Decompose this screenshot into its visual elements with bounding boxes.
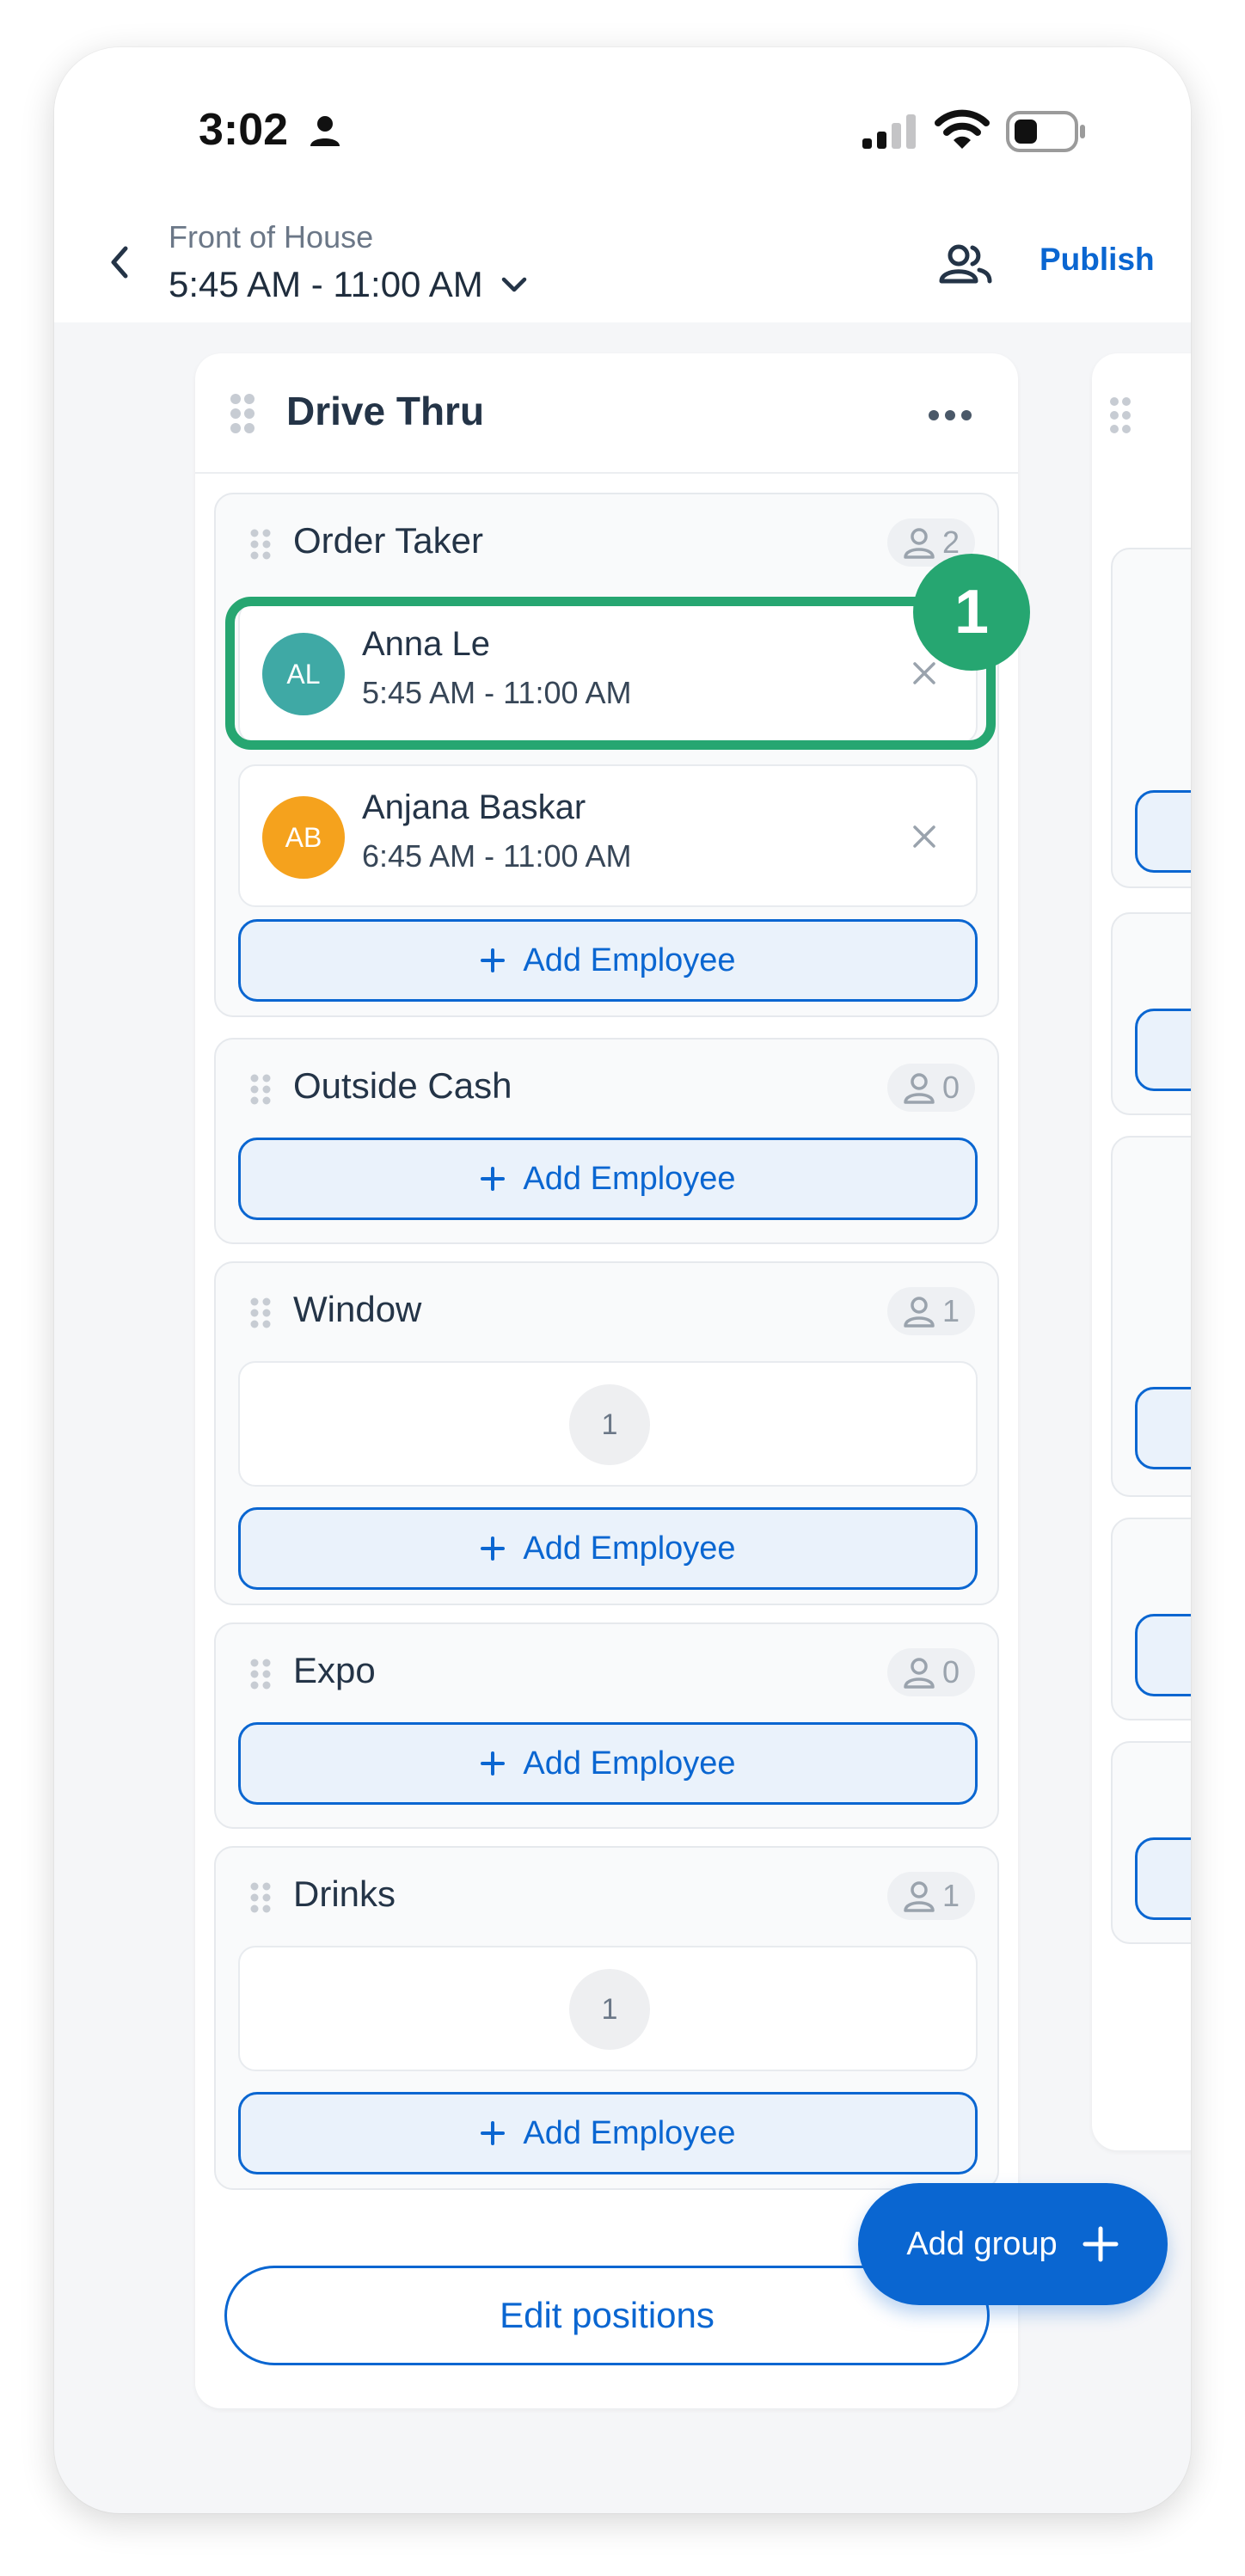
more-horizontal-icon xyxy=(929,410,972,420)
open-slot[interactable]: 1 xyxy=(238,1361,978,1487)
open-slot-number: 1 xyxy=(569,1969,650,2050)
wifi-icon xyxy=(935,109,990,149)
position-card-drinks: Drinks 1 1 Add Employee xyxy=(214,1846,999,2190)
shift-selector[interactable]: 5:45 AM - 11:00 AM xyxy=(169,264,528,305)
next-group-column xyxy=(1092,353,1191,2150)
person-outline-icon xyxy=(904,1658,935,1689)
next-position-card xyxy=(1111,1741,1191,1944)
location-label: Front of House xyxy=(169,219,374,255)
position-name: Window xyxy=(293,1289,422,1329)
signal-icon xyxy=(862,114,916,149)
position-card-outside-cash: Outside Cash 0 Add Employee xyxy=(214,1038,999,1244)
open-slot[interactable]: 1 xyxy=(238,1946,978,2071)
add-employee-button[interactable]: Add Employee xyxy=(238,1507,978,1590)
next-add-button[interactable] xyxy=(1135,1837,1191,1920)
add-employee-label: Add Employee xyxy=(523,1745,736,1782)
drag-handle-icon[interactable] xyxy=(250,1882,271,1913)
position-name: Order Taker xyxy=(293,520,483,561)
position-count: 1 xyxy=(941,1293,960,1328)
add-employee-label: Add Employee xyxy=(523,941,736,978)
drag-handle-icon[interactable] xyxy=(1109,396,1133,434)
remove-employee-button[interactable] xyxy=(905,818,943,856)
next-add-button[interactable] xyxy=(1135,1387,1191,1469)
next-position-card xyxy=(1111,1136,1191,1497)
plus-icon xyxy=(481,1536,506,1561)
drag-handle-icon[interactable] xyxy=(250,1074,271,1105)
position-count-badge: 0 xyxy=(886,1064,975,1112)
position-card-window: Window 1 1 Add Employee xyxy=(214,1261,999,1605)
publish-button[interactable]: Publish xyxy=(1040,242,1155,278)
position-card-order-taker: Order Taker 2 AL Anna Le 5:45 AM - 11:00… xyxy=(214,493,999,1017)
drag-handle-icon[interactable] xyxy=(250,529,271,560)
next-position-card xyxy=(1111,548,1191,888)
add-group-label: Add group xyxy=(906,2225,1058,2262)
step-number-badge: 1 xyxy=(913,554,1030,671)
close-icon xyxy=(913,825,935,848)
plus-icon xyxy=(481,1167,506,1191)
position-name: Drinks xyxy=(293,1874,396,1914)
employee-shift-time: 6:45 AM - 11:00 AM xyxy=(362,838,632,874)
chevron-left-icon xyxy=(111,246,128,279)
drag-handle-icon[interactable] xyxy=(230,393,255,434)
position-count-badge: 1 xyxy=(886,1287,975,1335)
position-card-expo: Expo 0 Add Employee xyxy=(214,1622,999,1829)
person-outline-icon xyxy=(904,528,935,559)
position-count-badge: 0 xyxy=(886,1648,975,1696)
highlight-outline xyxy=(225,597,996,750)
position-name: Expo xyxy=(293,1650,376,1690)
drag-handle-icon[interactable] xyxy=(250,1297,271,1328)
group-header: Drive Thru xyxy=(195,353,1018,474)
plus-icon xyxy=(481,2121,506,2145)
position-name: Outside Cash xyxy=(293,1065,512,1106)
person-outline-icon xyxy=(904,1073,935,1104)
employee-card[interactable]: AB Anjana Baskar 6:45 AM - 11:00 AM xyxy=(238,764,978,907)
back-button[interactable] xyxy=(94,236,145,288)
position-count: 1 xyxy=(941,1878,960,1913)
next-add-button[interactable] xyxy=(1135,1009,1191,1091)
battery-icon xyxy=(1006,111,1085,152)
group-title: Drive Thru xyxy=(286,389,485,433)
plus-icon xyxy=(481,948,506,972)
person-icon xyxy=(310,116,340,146)
add-employee-label: Add Employee xyxy=(523,1530,736,1567)
plus-icon xyxy=(1082,2226,1119,2262)
shift-time-label: 5:45 AM - 11:00 AM xyxy=(169,264,483,304)
status-time: 3:02 xyxy=(199,105,289,155)
position-count-badge: 1 xyxy=(886,1872,975,1920)
add-employee-button[interactable]: Add Employee xyxy=(238,2092,978,2174)
next-position-card xyxy=(1111,1518,1191,1720)
team-button[interactable] xyxy=(931,238,1000,290)
add-group-button[interactable]: Add group xyxy=(858,2183,1168,2305)
avatar: AB xyxy=(262,796,345,879)
person-outline-icon xyxy=(904,1297,935,1328)
add-employee-button[interactable]: Add Employee xyxy=(238,1138,978,1220)
add-employee-label: Add Employee xyxy=(523,2114,736,2151)
drag-handle-icon[interactable] xyxy=(250,1659,271,1690)
group-more-button[interactable] xyxy=(924,398,976,432)
next-add-button[interactable] xyxy=(1135,1614,1191,1696)
plus-icon xyxy=(481,1751,506,1776)
position-count: 0 xyxy=(941,1654,960,1690)
chevron-down-icon xyxy=(501,277,527,292)
next-position-card xyxy=(1111,912,1191,1115)
phone-screen: 3:02 Front of House 5:45 AM - 11:00 AM P… xyxy=(54,47,1191,2513)
person-outline-icon xyxy=(904,1881,935,1912)
employee-name: Anjana Baskar xyxy=(362,788,586,826)
people-icon xyxy=(939,244,992,284)
position-count: 0 xyxy=(941,1070,960,1105)
add-employee-button[interactable]: Add Employee xyxy=(238,1722,978,1805)
add-employee-label: Add Employee xyxy=(523,1160,736,1197)
open-slot-number: 1 xyxy=(569,1384,650,1465)
app-header: 3:02 Front of House 5:45 AM - 11:00 AM P… xyxy=(54,47,1191,322)
next-add-button[interactable] xyxy=(1135,790,1191,873)
add-employee-button[interactable]: Add Employee xyxy=(238,919,978,1002)
